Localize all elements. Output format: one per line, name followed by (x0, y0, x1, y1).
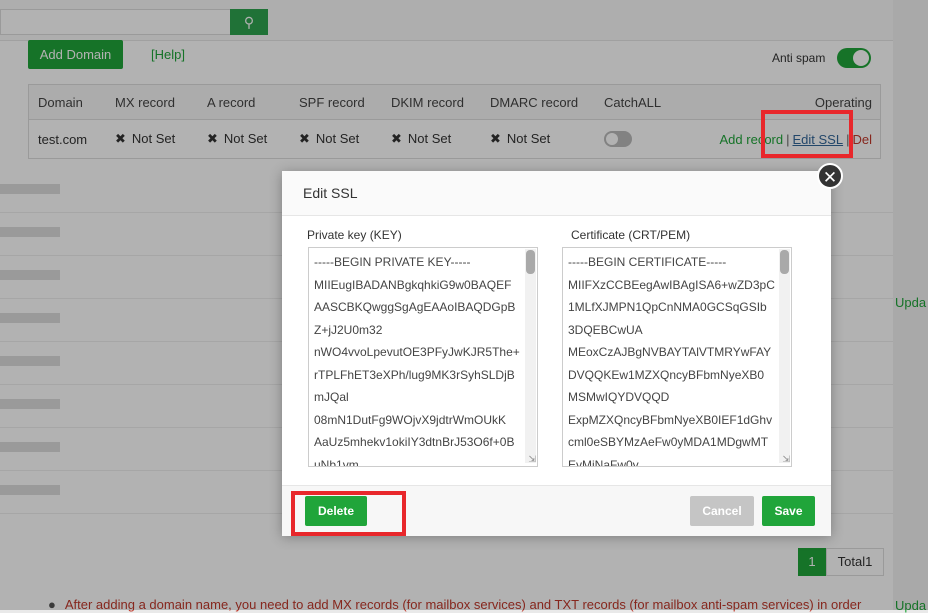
edit-ssl-dialog: Edit SSL Private key (KEY) Certificate (… (282, 171, 831, 536)
crt-line: MEoxCzAJBgNVBAYTAlVTMRYwFAY (568, 345, 772, 359)
resize-handle-icon[interactable]: ⇲ (528, 454, 536, 465)
private-key-textarea[interactable]: -----BEGIN PRIVATE KEY----- MIIEugIBADAN… (308, 247, 538, 467)
key-line: -----BEGIN PRIVATE KEY----- (314, 255, 471, 269)
crt-line: MSMwIQYDVQQD (568, 390, 670, 404)
certificate-scrollbar[interactable] (779, 249, 790, 463)
key-line: nWO4vvoLpevutOE3PFyJwKJR5The+ (314, 345, 520, 359)
crt-line: ExpMZXQncyBFbmNyeXB0IEF1dGhv (568, 412, 773, 427)
crt-line: EyMjNaFw0y (568, 457, 639, 467)
close-icon[interactable]: ✕ (817, 163, 843, 189)
dialog-title: Edit SSL (282, 171, 831, 216)
scrollbar-thumb[interactable] (780, 250, 789, 274)
key-line: mJQal (314, 390, 349, 404)
scrollbar-thumb[interactable] (526, 250, 535, 274)
certificate-label: Certificate (CRT/PEM) (571, 228, 691, 242)
private-key-label: Private key (KEY) (307, 228, 402, 242)
resize-handle-icon[interactable]: ⇲ (782, 454, 790, 465)
crt-line: -----BEGIN CERTIFICATE----- (568, 255, 727, 269)
key-line: AaUz5mhekv1okiIY3dtnBrJ53O6f+0B (314, 435, 515, 449)
key-line: Z+jJ2U0m32 (314, 322, 383, 337)
certificate-text: -----BEGIN CERTIFICATE----- MIIFXzCCBEeg… (568, 251, 778, 467)
certificate-textarea[interactable]: -----BEGIN CERTIFICATE----- MIIFXzCCBEeg… (562, 247, 792, 467)
key-line: MIIEugIBADANBgkqhkiG9w0BAQEF (314, 277, 512, 292)
key-line: 08mN1DutFg9WOjvX9jdtrWmOUkK (314, 412, 507, 427)
key-scrollbar[interactable] (525, 249, 536, 463)
key-line: uNb1vm (314, 457, 359, 467)
save-button[interactable]: Save (762, 496, 815, 526)
private-key-text: -----BEGIN PRIVATE KEY----- MIIEugIBADAN… (314, 251, 524, 467)
crt-line: MIIFXzCCBEegAwIBAgISA6+wZD3pC (568, 277, 775, 292)
crt-line: 3DQEBCwUA (568, 322, 643, 337)
key-line: rTPLFhET3eXPh/lug9MK3rSyhSLDjB (314, 367, 515, 382)
crt-line: cml0eSBYMzAeFw0yMDA1MDgwMT (568, 435, 769, 449)
key-line: AASCBKQwggSgAgEAAoIBAQDGpB (314, 300, 516, 314)
crt-line: 1MLfXJMPN1QpCnNMA0GCSqGSIb (568, 300, 767, 314)
highlight-edit-ssl (761, 110, 853, 158)
cancel-button[interactable]: Cancel (690, 496, 754, 526)
crt-line: DVQQKEw1MZXQncyBFbmNyeXB0 (568, 367, 765, 382)
highlight-delete (291, 491, 406, 536)
